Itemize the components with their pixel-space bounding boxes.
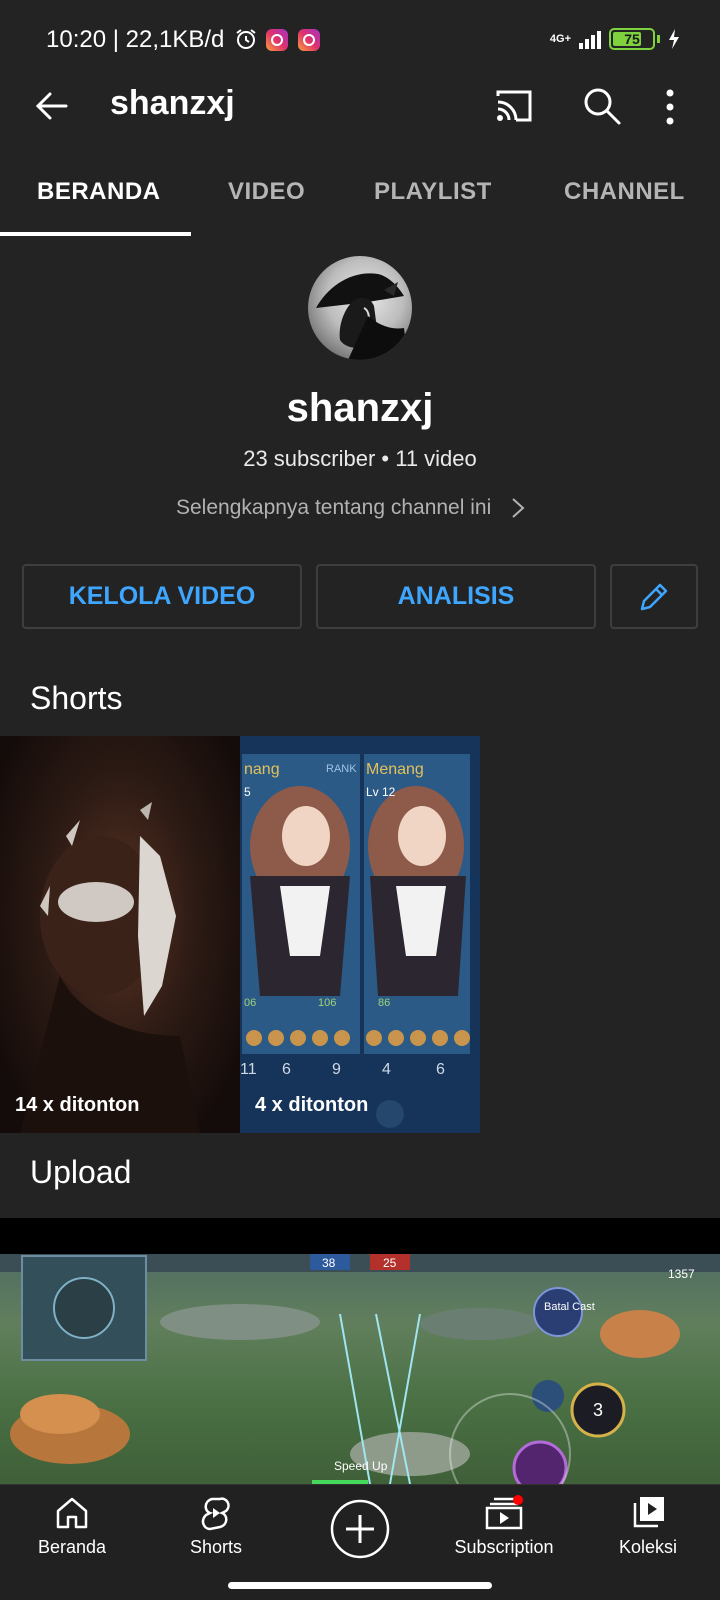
instagram-notification-icon (298, 29, 320, 51)
game-skill-count: 3 (593, 1400, 603, 1420)
nav-item-subscription[interactable]: Subscription (434, 1495, 574, 1558)
game-stat-a: 06 (244, 997, 256, 1009)
charging-icon (669, 29, 679, 49)
game-gold: 1357 (668, 1267, 695, 1281)
analytics-button[interactable]: ANALISIS (316, 564, 596, 629)
notification-dot (513, 1495, 523, 1505)
library-icon (633, 1497, 664, 1528)
video-letterbox (0, 1218, 720, 1254)
game-kills-left: 11 (240, 1061, 257, 1078)
app-bar-title: shanzxj (110, 84, 235, 122)
tab-channel[interactable]: CHANNEL (564, 178, 685, 206)
game-kills-right: 4 (382, 1061, 391, 1078)
back-arrow-icon[interactable] (32, 86, 72, 126)
tab-playlist[interactable]: PLAYLIST (374, 178, 492, 206)
short-video-thumbnail[interactable]: 14 x ditonton (0, 736, 240, 1133)
game-deaths-left: 6 (282, 1061, 291, 1078)
manage-videos-button[interactable]: KELOLA VIDEO (22, 564, 302, 629)
shorts-section-title: Shorts (30, 680, 123, 716)
shorts-icon (201, 1497, 230, 1531)
chevron-right-icon (512, 498, 525, 518)
nav-item-create[interactable] (290, 1499, 430, 1559)
about-channel-link[interactable]: Selengkapnya tentang channel ini (176, 496, 525, 520)
game-level-left: 5 (244, 785, 251, 799)
battery-level: 75 (624, 31, 640, 47)
short-video-thumbnail[interactable]: nang RANK Menang 5 Lv 12 06 106 86 11 6 … (240, 736, 480, 1133)
short-view-count: 14 x ditonton (15, 1094, 140, 1116)
tab-beranda[interactable]: BERANDA (37, 178, 161, 206)
home-icon (56, 1497, 88, 1529)
signal-icon (579, 29, 601, 49)
analytics-label: ANALISIS (397, 582, 515, 610)
game-level-right: Lv 12 (366, 785, 396, 799)
game-score-red: 25 (383, 1256, 397, 1270)
about-channel-label: Selengkapnya tentang channel ini (176, 496, 492, 519)
subscriptions-icon (485, 1495, 523, 1530)
nav-item-shorts[interactable]: Shorts (146, 1495, 286, 1558)
pencil-icon (640, 583, 668, 610)
channel-name: shanzxj (286, 386, 434, 430)
network-type: 4G+ (549, 32, 571, 45)
nav-label-beranda: Beranda (37, 1537, 107, 1557)
nav-label-shorts: Shorts (189, 1537, 243, 1557)
status-bar: 10:20 | 22,1KB/d 4G+ 75 (0, 0, 720, 80)
game-stat-b: 106 (318, 997, 336, 1009)
gesture-home-bar[interactable] (228, 1582, 492, 1589)
create-icon (330, 1499, 390, 1559)
instagram-notification-icon (266, 29, 288, 51)
nav-label-subscription: Subscription (454, 1537, 554, 1557)
upload-thumbnail-image: 38 25 1357 Batal Cast 3 Speed Up (0, 1254, 720, 1484)
more-options-icon[interactable] (664, 88, 676, 126)
status-indicators: 4G+ 75 (550, 28, 680, 50)
game-assists-left: 9 (332, 1061, 341, 1078)
nav-item-koleksi[interactable]: Koleksi (578, 1495, 718, 1558)
game-stat-c: 86 (378, 997, 390, 1009)
short-thumbnail-image: nang RANK Menang 5 Lv 12 06 106 86 11 6 … (240, 736, 480, 1133)
channel-avatar[interactable] (308, 256, 412, 360)
upload-section-title: Upload (30, 1154, 132, 1190)
battery-icon: 75 (609, 28, 655, 50)
channel-stats: 23 subscriber • 11 video (243, 446, 477, 471)
search-icon[interactable] (582, 86, 622, 126)
edit-channel-button[interactable] (610, 564, 698, 629)
nav-label-koleksi: Koleksi (618, 1537, 678, 1557)
channel-tabs: BERANDA VIDEO PLAYLIST CHANNEL (0, 160, 720, 236)
active-tab-indicator (0, 232, 191, 236)
game-deaths-right: 6 (436, 1061, 445, 1078)
cast-icon[interactable] (494, 88, 534, 124)
status-time-speed: 10:20 | 22,1KB/d (46, 26, 225, 53)
game-score-blue: 38 (322, 1256, 336, 1270)
tab-video[interactable]: VIDEO (228, 178, 305, 206)
short-thumbnail-image (20, 802, 200, 1133)
nav-item-beranda[interactable]: Beranda (2, 1495, 142, 1558)
short-view-count: 4 x ditonton (255, 1094, 369, 1116)
game-rank-label: RANK (326, 763, 357, 775)
game-speed-up: Speed Up (334, 1459, 388, 1473)
game-cast-label: Batal Cast (544, 1301, 595, 1313)
upload-video-thumbnail[interactable]: 38 25 1357 Batal Cast 3 Speed Up (0, 1254, 720, 1484)
game-result-left: nang (244, 761, 280, 778)
alarm-icon (236, 29, 256, 49)
manage-videos-label: KELOLA VIDEO (68, 582, 256, 610)
game-result-right: Menang (366, 761, 424, 778)
